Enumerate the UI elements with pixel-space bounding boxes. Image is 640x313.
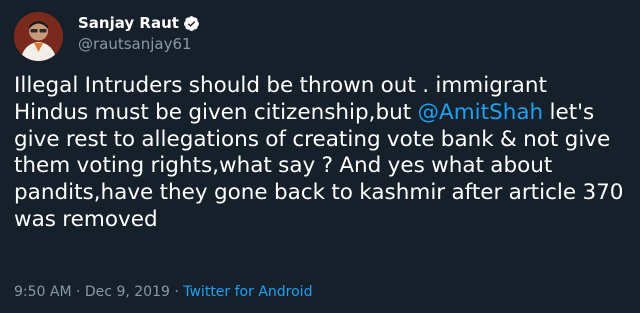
meta-separator: · — [71, 284, 85, 300]
tweet-time[interactable]: 9:50 AM — [14, 284, 72, 300]
user-handle[interactable]: @rautsanjay61 — [78, 35, 192, 53]
display-name-row: Sanjay Raut — [78, 12, 200, 34]
meta-separator-2: · — [169, 284, 184, 300]
avatar-portrait — [14, 12, 63, 61]
verified-badge-icon — [183, 15, 199, 31]
tweet-source[interactable]: Twitter for Android — [183, 284, 312, 300]
tweet-date[interactable]: Dec 9, 2019 — [85, 284, 170, 300]
tweet-card: Sanjay Raut @rautsanjay61 Illegal Intrud… — [0, 0, 640, 313]
tweet-text: Illegal Intruders should be thrown out .… — [14, 73, 626, 234]
mention-link[interactable]: @AmitShah — [418, 100, 544, 125]
display-name[interactable]: Sanjay Raut — [78, 14, 179, 32]
avatar[interactable] — [14, 12, 63, 61]
tweet-meta: 9:50 AM · Dec 9, 2019 · Twitter for Andr… — [14, 284, 312, 300]
